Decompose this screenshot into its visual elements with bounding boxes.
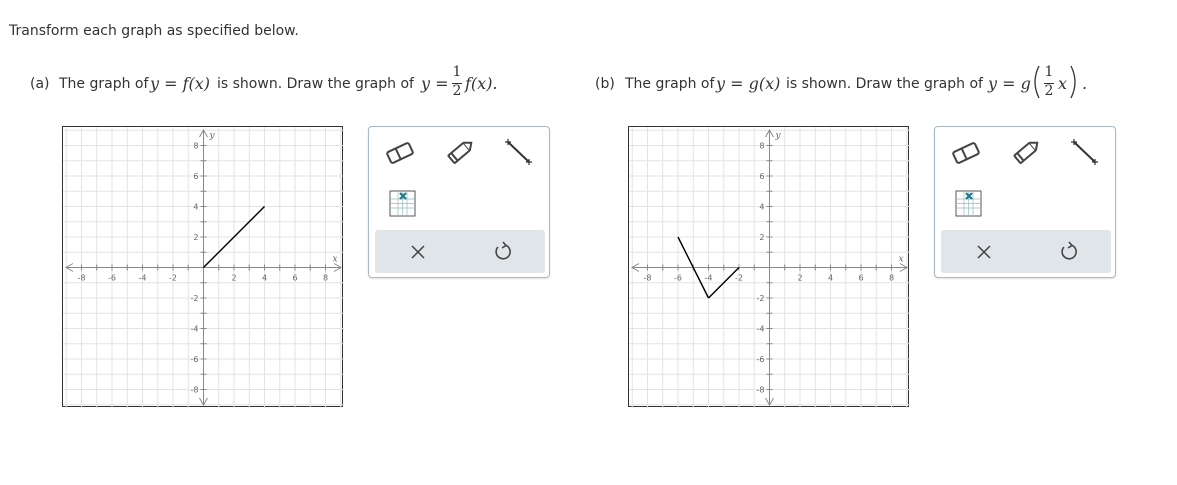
graph-a-y-tick-label: -8 — [191, 386, 199, 395]
graph-b-x-tick-label: -6 — [674, 274, 682, 283]
no-solution-icon — [955, 190, 982, 217]
graph-a-canvas[interactable]: -8 -6 -4 -2 2 4 6 8 8 6 4 2 -2 -4 -6 -8 x y — [63, 127, 344, 408]
undo-button[interactable] — [486, 236, 520, 268]
part-b-target-rest: x — [1058, 74, 1068, 93]
clear-icon — [411, 245, 425, 259]
eraser-icon — [386, 142, 414, 164]
part-b-coef-numerator: 1 — [1044, 64, 1054, 80]
part-a-coef-denominator: 2 — [452, 83, 462, 99]
clear-icon — [977, 245, 991, 259]
clear-button[interactable] — [401, 236, 435, 268]
part-b-text-middle: is shown. Draw the graph of — [786, 76, 983, 92]
part-a-given-function: y = f(x) — [150, 74, 211, 93]
graph-a-y-tick-label: -2 — [191, 294, 199, 303]
graph-b-x-tick-label: -2 — [735, 274, 743, 283]
graph-b-x-tick-label: 8 — [889, 274, 894, 283]
eraser-tool-button[interactable] — [382, 135, 418, 171]
graph-a-y-axis-label: y — [209, 131, 216, 141]
no-solution-tool-button[interactable] — [951, 186, 987, 222]
graph-b-y-tick-label: 2 — [759, 233, 764, 242]
clear-button[interactable] — [967, 236, 1001, 268]
graph-a-x-tick-label: -6 — [108, 274, 116, 283]
graph-b-y-axis-label: y — [775, 131, 782, 141]
graph-a-y-tick-label: 2 — [193, 233, 198, 242]
part-b-prompt: (b) The graph of y = g(x) is shown. Draw… — [595, 62, 1170, 102]
pencil-tool-button[interactable] — [1007, 135, 1043, 171]
graph-a-x-tick-label: -2 — [169, 274, 177, 283]
graph-b-y-tick-label: -8 — [757, 386, 765, 395]
graph-b-y-tick-label: -6 — [757, 355, 765, 364]
graph-a-y-tick-label: -6 — [191, 355, 199, 364]
undo-icon — [1061, 241, 1077, 260]
graph-a-x-tick-label: 2 — [231, 274, 236, 283]
graph-b[interactable]: -8 -6 -4 -2 2 4 6 8 8 6 4 2 -2 -4 -6 -8 x y — [628, 126, 910, 408]
graph-b-x-tick-label: 2 — [797, 274, 802, 283]
no-solution-tool-button[interactable] — [385, 186, 421, 222]
graph-b-x-tick-label: 4 — [828, 274, 833, 283]
pencil-icon — [447, 141, 473, 164]
undo-icon — [495, 241, 511, 260]
graph-a-x-tick-label: -8 — [78, 274, 86, 283]
part-a-text-middle: is shown. Draw the graph of — [217, 76, 414, 92]
graph-a-x-tick-label: -4 — [139, 274, 147, 283]
pencil-tool-button[interactable] — [441, 135, 477, 171]
graph-a[interactable]: -8 -6 -4 -2 2 4 6 8 8 6 4 2 -2 -4 -6 -8 x y — [62, 126, 344, 408]
graph-a-y-tick-label: 6 — [193, 172, 198, 181]
toolbox-b — [934, 126, 1116, 278]
part-a-target-rest: f(x). — [465, 74, 498, 93]
part-a-label: (a) — [30, 76, 50, 92]
right-paren-icon — [1070, 65, 1076, 99]
action-bar-a — [375, 230, 545, 273]
graph-b-y-tick-label: -4 — [757, 325, 765, 334]
instructions: Transform each graph as specified below. — [9, 23, 299, 39]
part-a-prompt: (a) The graph of y = f(x) is shown. Draw… — [30, 62, 550, 102]
part-b-coef-denominator: 2 — [1044, 83, 1054, 99]
eraser-tool-button[interactable] — [948, 135, 984, 171]
graph-b-x-tick-label: -8 — [644, 274, 652, 283]
graph-a-x-tick-label: 6 — [292, 274, 297, 283]
graph-a-y-tick-label: -4 — [191, 325, 199, 334]
part-b-target-tail: . — [1082, 74, 1088, 93]
graph-b-x-axis-label: x — [898, 255, 903, 265]
graph-b-y-tick-label: 8 — [759, 142, 764, 151]
part-a-text-before: The graph of — [59, 76, 149, 92]
line-segment-icon — [505, 139, 532, 165]
line-segment-icon — [1071, 139, 1098, 165]
graph-b-y-tick-label: 6 — [759, 172, 764, 181]
part-a-target-lhs: y = — [421, 74, 449, 93]
graph-a-y-tick-label: 4 — [193, 203, 198, 212]
graph-b-x-tick-label: 6 — [858, 274, 863, 283]
line-tool-button[interactable] — [500, 135, 536, 171]
graph-a-x-axis-label: x — [332, 255, 337, 265]
part-a-coef-numerator: 1 — [452, 64, 462, 80]
graph-b-canvas[interactable]: -8 -6 -4 -2 2 4 6 8 8 6 4 2 -2 -4 -6 -8 x y — [629, 127, 910, 408]
line-tool-button[interactable] — [1066, 135, 1102, 171]
part-b-target-lhs: y = g — [988, 74, 1031, 93]
left-paren-icon — [1034, 65, 1040, 99]
toolbox-a — [368, 126, 550, 278]
action-bar-b — [941, 230, 1111, 273]
eraser-icon — [952, 142, 980, 164]
undo-button[interactable] — [1052, 236, 1086, 268]
graph-b-y-tick-label: 4 — [759, 203, 764, 212]
graph-b-y-tick-label: -2 — [757, 294, 765, 303]
graph-a-x-tick-label: 4 — [262, 274, 267, 283]
pencil-icon — [1013, 141, 1039, 164]
graph-b-x-tick-label: -4 — [705, 274, 713, 283]
graph-a-y-tick-label: 8 — [193, 142, 198, 151]
part-b-text-before: The graph of — [625, 76, 715, 92]
no-solution-icon — [389, 190, 416, 217]
part-b-label: (b) — [595, 76, 615, 92]
part-b-given-function: y = g(x) — [716, 74, 781, 93]
graph-a-x-tick-label: 8 — [323, 274, 328, 283]
